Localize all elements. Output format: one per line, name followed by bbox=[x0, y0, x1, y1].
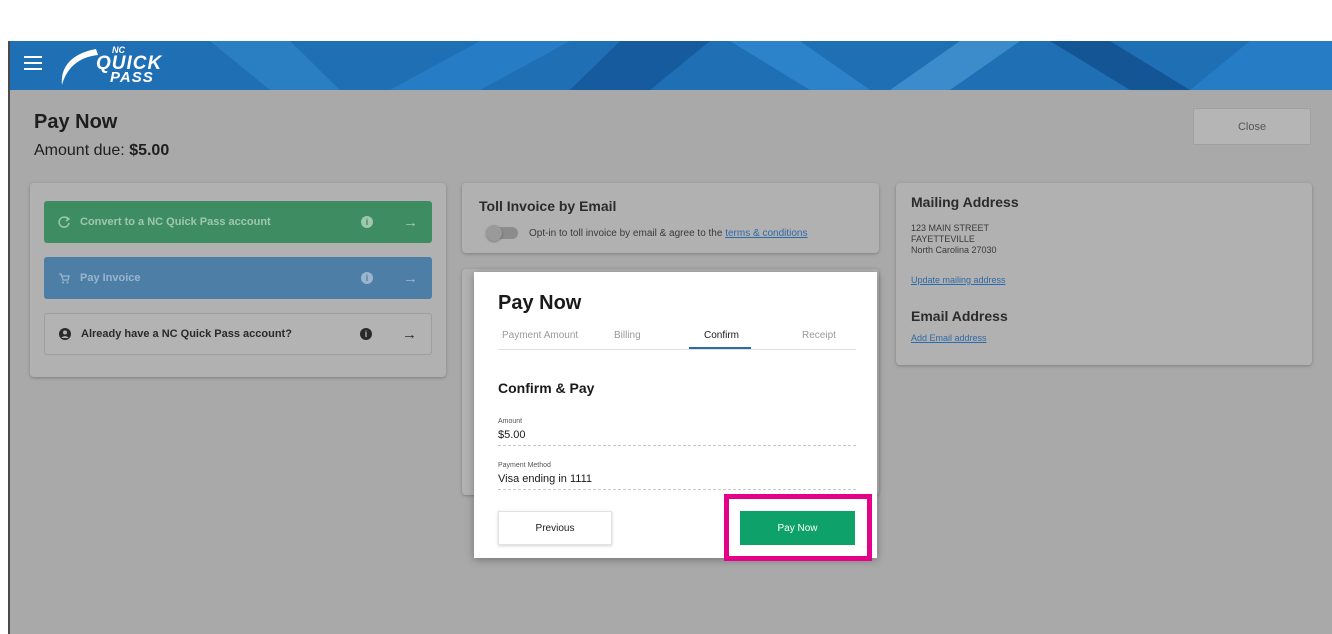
mailing-address-card: Mailing Address 123 MAIN STREET FAYETTEV… bbox=[896, 183, 1312, 365]
pay-invoice-button[interactable]: Pay Invoice i → bbox=[44, 257, 432, 299]
account-icon bbox=[59, 328, 71, 340]
arrow-right-icon: → bbox=[402, 325, 417, 343]
toll-invoice-title: Toll Invoice by Email bbox=[479, 198, 617, 214]
nc-quick-pass-logo[interactable]: NC QUICK PASS bbox=[56, 45, 176, 87]
info-icon[interactable]: i bbox=[361, 272, 373, 284]
app-frame: NC QUICK PASS Pay Now Amount due: $5.00 … bbox=[8, 41, 1332, 634]
info-icon[interactable]: i bbox=[361, 216, 373, 228]
add-email-link[interactable]: Add Email address bbox=[911, 333, 987, 344]
hamburger-menu-icon[interactable] bbox=[24, 56, 42, 72]
amount-due: Amount due: $5.00 bbox=[34, 142, 169, 160]
refresh-icon bbox=[58, 216, 70, 228]
pay-now-modal: Pay Now Payment Amount Billing Confirm R… bbox=[474, 272, 877, 561]
convert-account-label: Convert to a NC Quick Pass account bbox=[80, 216, 271, 228]
arrow-right-icon: → bbox=[403, 269, 418, 287]
confirm-pay-heading: Confirm & Pay bbox=[498, 380, 595, 396]
tab-confirm[interactable]: Confirm bbox=[704, 330, 739, 341]
active-tab-indicator bbox=[689, 347, 751, 349]
address-block: 123 MAIN STREET FAYETTEVILLE North Carol… bbox=[911, 223, 997, 256]
toll-invoice-card: Toll Invoice by Email Opt-in to toll inv… bbox=[462, 183, 879, 253]
header-pattern bbox=[210, 41, 1332, 90]
update-mailing-link[interactable]: Update mailing address bbox=[911, 275, 1006, 286]
optin-label: Opt-in to toll invoice by email & agree … bbox=[529, 228, 723, 239]
amount-due-label: Amount due: bbox=[34, 142, 125, 159]
pay-invoice-label: Pay Invoice bbox=[80, 272, 141, 284]
tab-billing[interactable]: Billing bbox=[614, 330, 641, 341]
arrow-right-icon: → bbox=[403, 213, 418, 231]
terms-link[interactable]: terms & conditions bbox=[725, 228, 807, 239]
address-line-1: 123 MAIN STREET bbox=[911, 223, 990, 233]
logo-pass-text: PASS bbox=[110, 69, 154, 86]
info-icon[interactable]: i bbox=[360, 328, 372, 340]
email-address-title: Email Address bbox=[911, 308, 1008, 324]
tab-receipt[interactable]: Receipt bbox=[802, 330, 836, 341]
amount-field: Amount $5.00 bbox=[498, 418, 856, 446]
header-bar: NC QUICK PASS bbox=[10, 41, 1332, 90]
payment-method-label: Payment Method bbox=[498, 462, 551, 469]
cart-icon bbox=[59, 273, 70, 284]
mailing-address-title: Mailing Address bbox=[911, 194, 1019, 210]
pay-now-button[interactable]: Pay Now bbox=[740, 511, 855, 545]
amount-label: Amount bbox=[498, 418, 523, 425]
existing-account-button[interactable]: Already have a NC Quick Pass account? i … bbox=[44, 313, 432, 355]
existing-account-label: Already have a NC Quick Pass account? bbox=[81, 328, 292, 340]
previous-button[interactable]: Previous bbox=[498, 511, 612, 545]
modal-title: Pay Now bbox=[498, 292, 582, 314]
close-button[interactable]: Close bbox=[1193, 108, 1311, 145]
optin-text: Opt-in to toll invoice by email & agree … bbox=[529, 228, 807, 239]
amount-due-value: $5.00 bbox=[129, 142, 170, 159]
step-tabs: Payment Amount Billing Confirm Receipt bbox=[498, 328, 856, 350]
address-line-2: FAYETTEVILLE bbox=[911, 234, 975, 244]
amount-value: $5.00 bbox=[498, 429, 526, 441]
tab-payment-amount[interactable]: Payment Amount bbox=[502, 330, 578, 341]
address-line-3: North Carolina 27030 bbox=[911, 245, 997, 255]
actions-card: Convert to a NC Quick Pass account i → P… bbox=[30, 183, 446, 377]
convert-account-button[interactable]: Convert to a NC Quick Pass account i → bbox=[44, 201, 432, 243]
logo-swoosh-icon bbox=[61, 49, 98, 85]
payment-method-field: Payment Method Visa ending in 1111 bbox=[498, 462, 856, 490]
payment-method-value: Visa ending in 1111 bbox=[498, 473, 592, 485]
page-title: Pay Now bbox=[34, 111, 118, 133]
email-invoice-toggle[interactable] bbox=[486, 225, 518, 241]
